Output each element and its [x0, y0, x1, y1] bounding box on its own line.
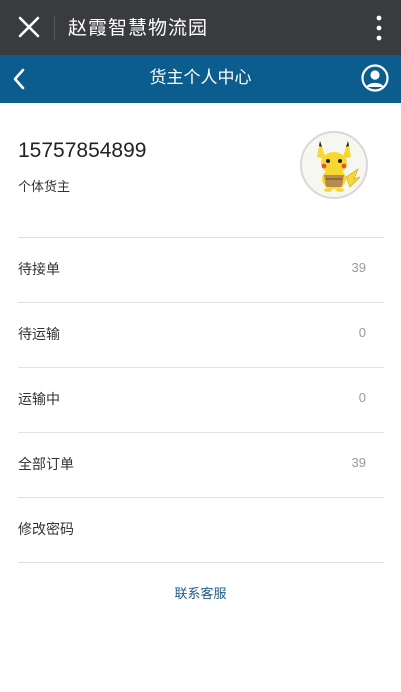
menu-item-label: 全部订单 [18, 457, 74, 473]
menu-item-label: 运输中 [18, 392, 60, 408]
user-role: 个体货主 [18, 180, 71, 195]
close-icon[interactable] [16, 14, 42, 40]
user-phone: 15757854899 [18, 139, 147, 162]
app-title: 赵霞智慧物流园 [68, 17, 209, 39]
menu-item-in-transit[interactable]: 运输中 0 [18, 367, 384, 432]
menu-item-count: 39 [351, 260, 366, 275]
page-title: 货主个人中心 [149, 68, 252, 88]
menu-item-change-password[interactable]: 修改密码 [18, 497, 384, 562]
app-titlebar: 赵霞智慧物流园 [0, 0, 401, 55]
menu-item-all-orders[interactable]: 全部订单 39 [18, 432, 384, 497]
contact-support-link[interactable]: 联系客服 [0, 583, 401, 602]
profile-section: 15757854899 个体货主 [0, 103, 401, 237]
menu-divider [18, 562, 384, 563]
menu-item-count: 0 [358, 390, 366, 405]
page-navbar: 货主个人中心 [0, 55, 401, 103]
menu-item-label: 待运输 [18, 327, 60, 343]
menu-item-pending-accept[interactable]: 待接单 39 [18, 237, 384, 302]
menu-item-label: 待接单 [18, 262, 60, 278]
order-menu: 待接单 39 待运输 0 运输中 0 全部订单 39 修改密码 [18, 237, 384, 563]
user-circle-icon[interactable] [361, 64, 389, 92]
menu-item-label: 修改密码 [18, 522, 74, 538]
more-vertical-icon[interactable] [375, 14, 383, 42]
menu-item-count: 0 [358, 325, 366, 340]
menu-item-count: 39 [351, 455, 366, 470]
menu-item-pending-transport[interactable]: 待运输 0 [18, 302, 384, 367]
avatar[interactable] [300, 131, 368, 199]
pikachu-avatar-icon [317, 141, 361, 192]
titlebar-divider [54, 16, 55, 40]
